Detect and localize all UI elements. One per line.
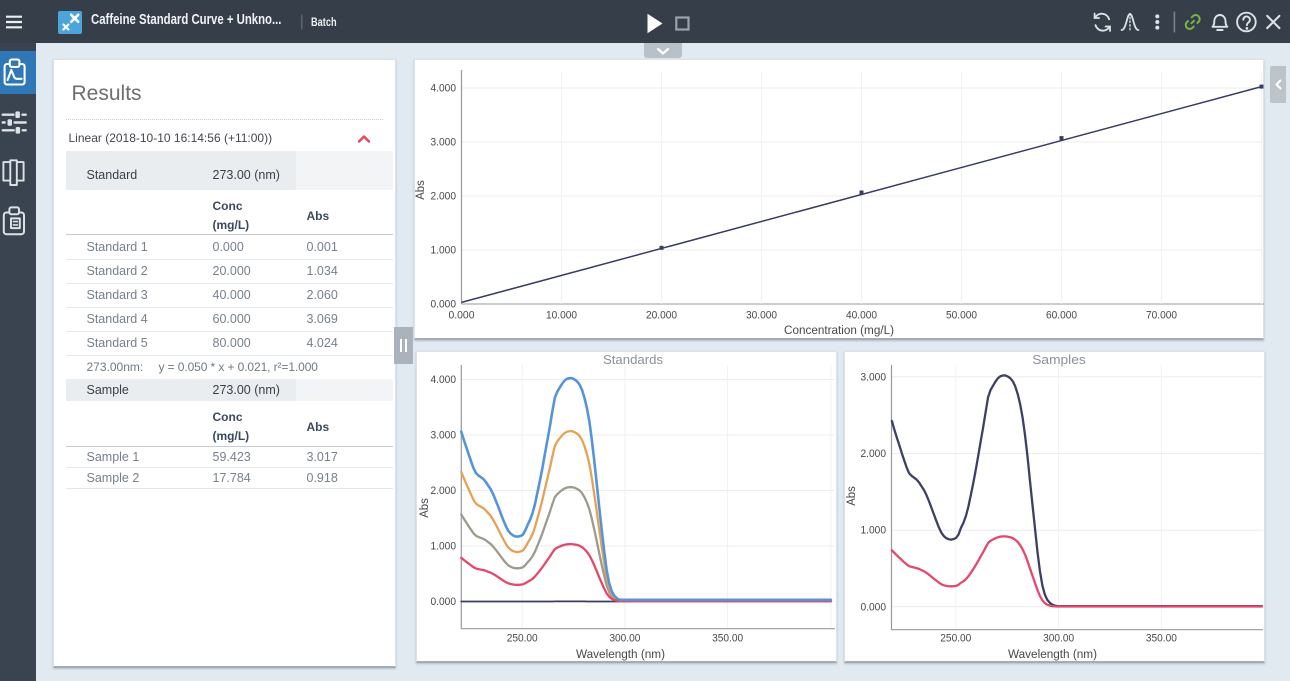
svg-text:50.000: 50.000: [946, 310, 977, 322]
svg-text:250.00: 250.00: [940, 633, 971, 645]
svg-text:Abs: Abs: [417, 498, 431, 518]
svg-text:0.000: 0.000: [860, 601, 886, 613]
svg-text:1.000: 1.000: [430, 541, 456, 553]
svg-text:2.000: 2.000: [860, 448, 886, 460]
svg-text:70.000: 70.000: [1146, 310, 1177, 322]
svg-text:4.000: 4.000: [430, 374, 456, 386]
svg-text:300.00: 300.00: [1043, 633, 1074, 645]
svg-text:Wavelength (nm): Wavelength (nm): [576, 647, 665, 661]
svg-text:Abs: Abs: [415, 180, 427, 200]
svg-text:Standards: Standards: [603, 352, 664, 367]
svg-text:10.000: 10.000: [546, 310, 577, 322]
svg-text:Concentration (mg/L): Concentration (mg/L): [784, 323, 894, 337]
svg-text:30.000: 30.000: [746, 310, 777, 322]
svg-text:20.000: 20.000: [646, 310, 677, 322]
svg-text:4.000: 4.000: [430, 83, 456, 95]
svg-text:1.000: 1.000: [430, 245, 456, 257]
svg-text:0.000: 0.000: [430, 596, 456, 608]
svg-text:2.000: 2.000: [430, 485, 456, 497]
svg-text:300.00: 300.00: [609, 633, 640, 645]
svg-text:3.000: 3.000: [430, 137, 456, 149]
svg-text:350.00: 350.00: [1145, 633, 1176, 645]
svg-text:Abs: Abs: [845, 486, 858, 506]
svg-text:Wavelength (nm): Wavelength (nm): [1008, 647, 1097, 661]
svg-text:0.000: 0.000: [448, 310, 474, 322]
svg-text:3.000: 3.000: [430, 430, 456, 442]
svg-text:1.000: 1.000: [860, 525, 886, 537]
svg-text:250.00: 250.00: [506, 633, 537, 645]
svg-text:2.000: 2.000: [430, 191, 456, 203]
svg-text:350.00: 350.00: [712, 633, 743, 645]
svg-text:40.000: 40.000: [846, 310, 877, 322]
svg-text:60.000: 60.000: [1046, 310, 1077, 322]
svg-text:Samples: Samples: [1032, 352, 1086, 367]
svg-text:3.000: 3.000: [860, 371, 886, 383]
